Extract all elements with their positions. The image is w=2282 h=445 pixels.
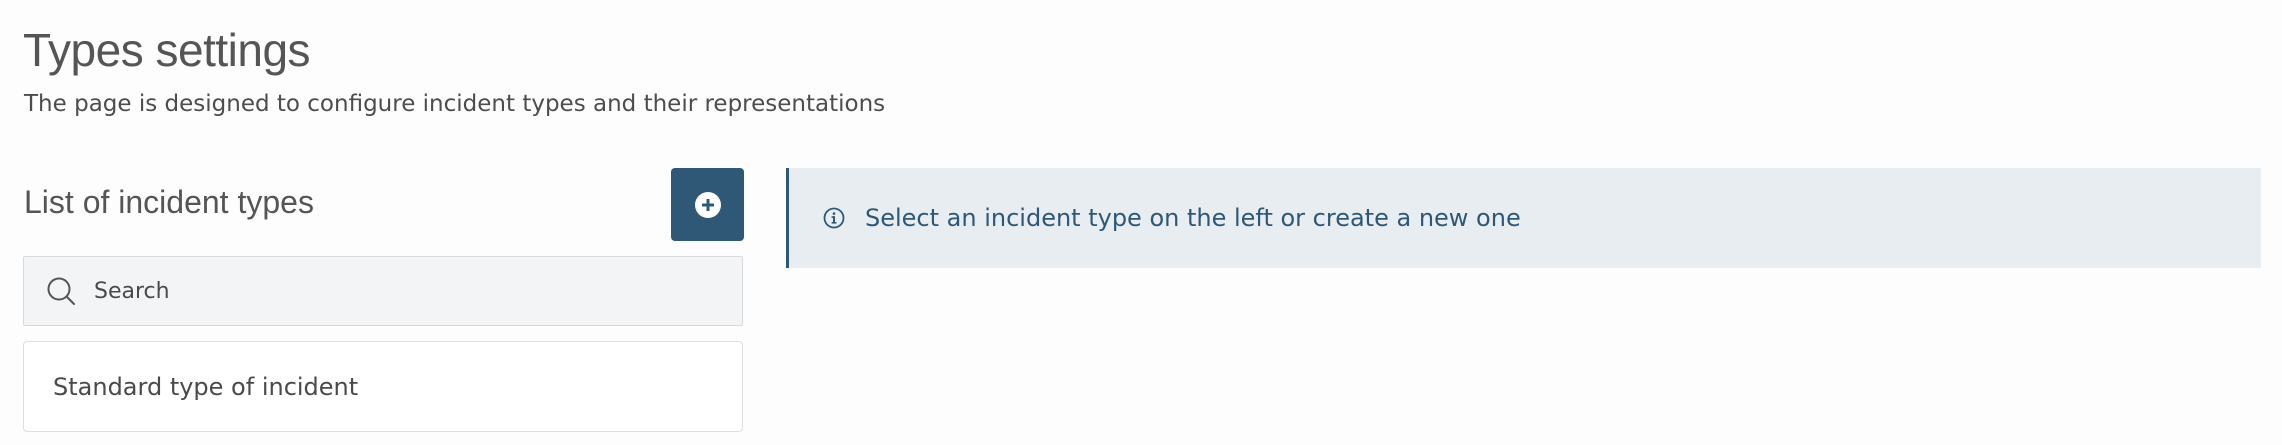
incident-type-label: Standard type of incident [53, 372, 359, 401]
page-title: Types settings [23, 24, 311, 76]
info-banner-text: Select an incident type on the left or c… [865, 204, 1521, 232]
page-subtitle: The page is designed to configure incide… [24, 91, 886, 117]
incident-type-item[interactable]: Standard type of incident [23, 341, 743, 432]
plus-circle-icon [694, 191, 722, 219]
info-icon [822, 206, 846, 230]
info-banner: Select an incident type on the left or c… [786, 168, 2261, 268]
search-icon [44, 274, 78, 308]
add-incident-type-button[interactable] [671, 168, 744, 241]
types-settings-page: Types settings The page is designed to c… [0, 0, 2282, 445]
search-box [23, 256, 743, 326]
list-heading: List of incident types [24, 184, 314, 220]
search-input[interactable] [92, 277, 696, 305]
